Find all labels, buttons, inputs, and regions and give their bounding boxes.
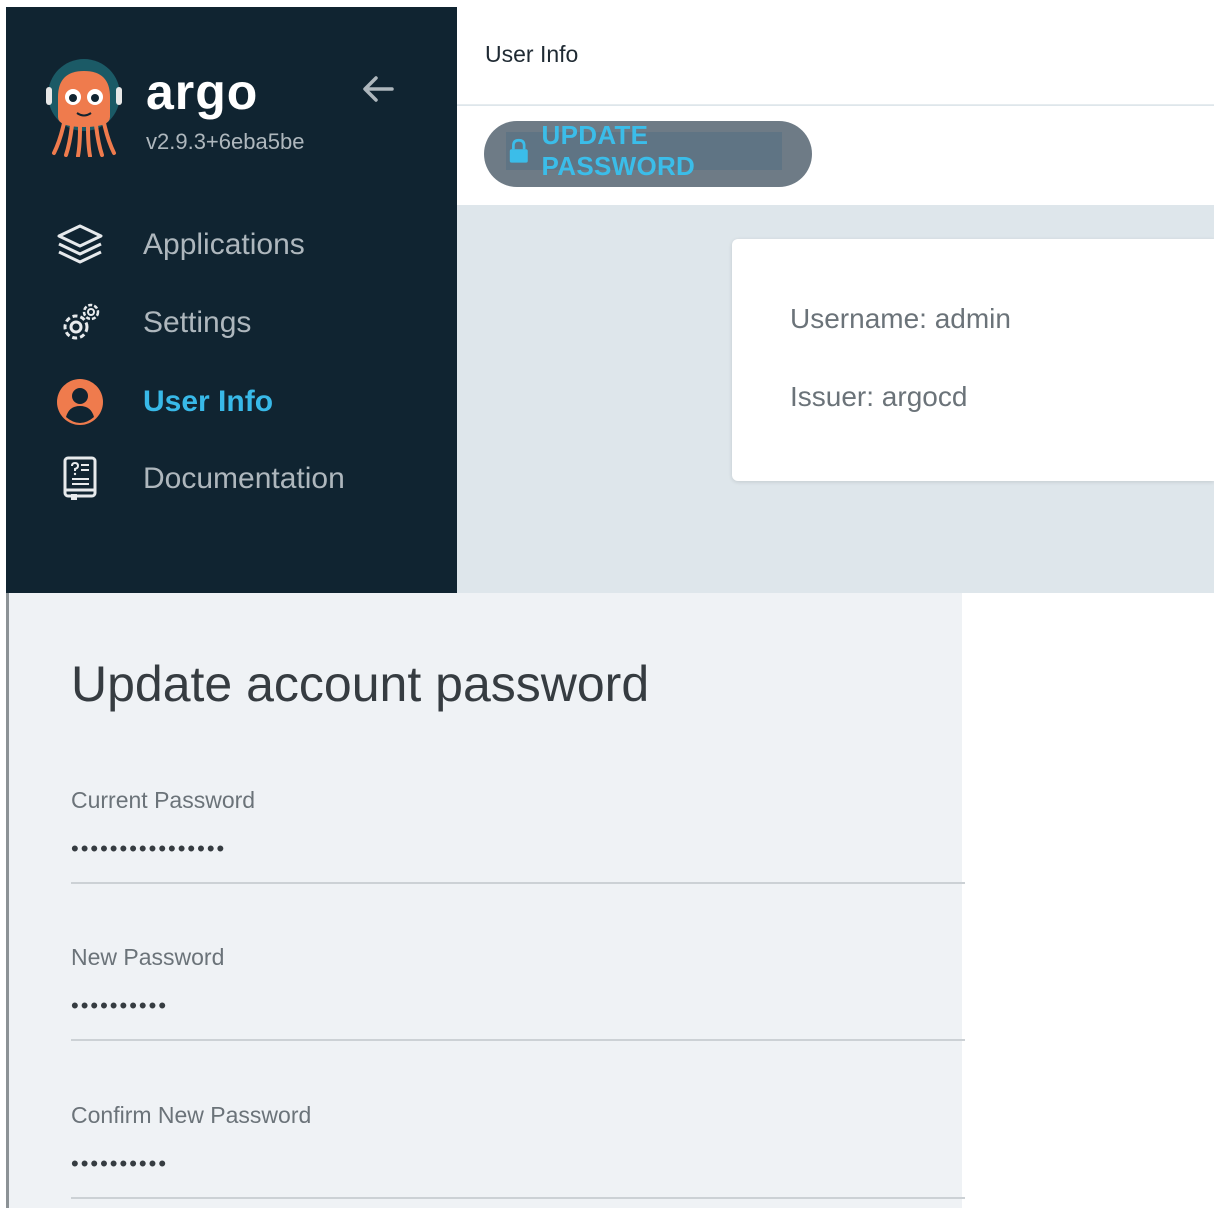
- sidebar-item-settings[interactable]: Settings: [54, 295, 434, 351]
- update-password-label: UPDATE PASSWORD: [541, 120, 696, 181]
- update-password-button[interactable]: UPDATE PASSWORD: [484, 120, 812, 187]
- current-password-input[interactable]: ••••••••••••••••: [71, 838, 965, 870]
- arrow-left-icon[interactable]: [358, 69, 398, 109]
- book-icon: [54, 453, 106, 505]
- dialog-title: Update account password: [71, 656, 650, 712]
- current-password-label: Current Password: [71, 787, 256, 813]
- sidebar-item-label: User Info: [143, 385, 274, 418]
- sidebar-item-user-info[interactable]: User Info: [54, 374, 434, 430]
- new-password-underline: [71, 1039, 965, 1041]
- confirm-password-underline: [71, 1197, 965, 1199]
- confirm-password-field: Confirm New Password ••••••••••: [71, 1102, 965, 1199]
- screenshot-root: argo v2.9.3+6eba5be Applications Setting…: [0, 0, 1214, 1208]
- sidebar-item-label: Documentation: [143, 462, 345, 495]
- toolbar: UPDATE PASSWORD: [457, 106, 1214, 205]
- sidebar: argo v2.9.3+6eba5be Applications Setting…: [6, 7, 457, 593]
- new-password-input[interactable]: ••••••••••: [71, 995, 965, 1027]
- issuer-text: Issuer: argocd: [790, 381, 968, 412]
- main-content: User Info UPDATE PASSWORD Username: admi…: [457, 7, 1214, 593]
- version-label: v2.9.3+6eba5be: [146, 129, 305, 154]
- confirm-password-label: Confirm New Password: [71, 1102, 312, 1128]
- sidebar-item-applications[interactable]: Applications: [54, 217, 434, 273]
- sidebar-item-documentation[interactable]: Documentation: [54, 451, 434, 507]
- new-password-field: New Password ••••••••••: [71, 944, 965, 1041]
- current-password-underline: [71, 882, 965, 884]
- update-password-dialog: Update account password Current Password…: [6, 593, 965, 1208]
- sidebar-item-label: Applications: [143, 228, 305, 261]
- update-password-panel: Update account password Current Password…: [0, 593, 1214, 1208]
- user-info-screen: argo v2.9.3+6eba5be Applications Setting…: [0, 0, 1214, 593]
- brand-name: argo: [146, 64, 259, 120]
- update-password-button-highlight: UPDATE PASSWORD: [506, 120, 782, 181]
- lock-icon: [509, 138, 528, 163]
- argo-octopus-logo-icon[interactable]: [44, 57, 124, 158]
- page-header: User Info: [457, 7, 1214, 105]
- sidebar-item-label: Settings: [143, 306, 252, 339]
- layers-icon: [54, 219, 106, 271]
- confirm-password-input[interactable]: ••••••••••: [71, 1153, 965, 1185]
- new-password-label: New Password: [71, 944, 225, 970]
- gears-icon: [54, 297, 106, 349]
- current-password-field: Current Password ••••••••••••••••: [71, 787, 965, 884]
- page-title: User Info: [485, 41, 579, 67]
- username-text: Username: admin: [790, 303, 1011, 334]
- user-info-card: Username: admin Issuer: argocd: [732, 239, 1214, 481]
- user-circle-icon: [54, 376, 106, 428]
